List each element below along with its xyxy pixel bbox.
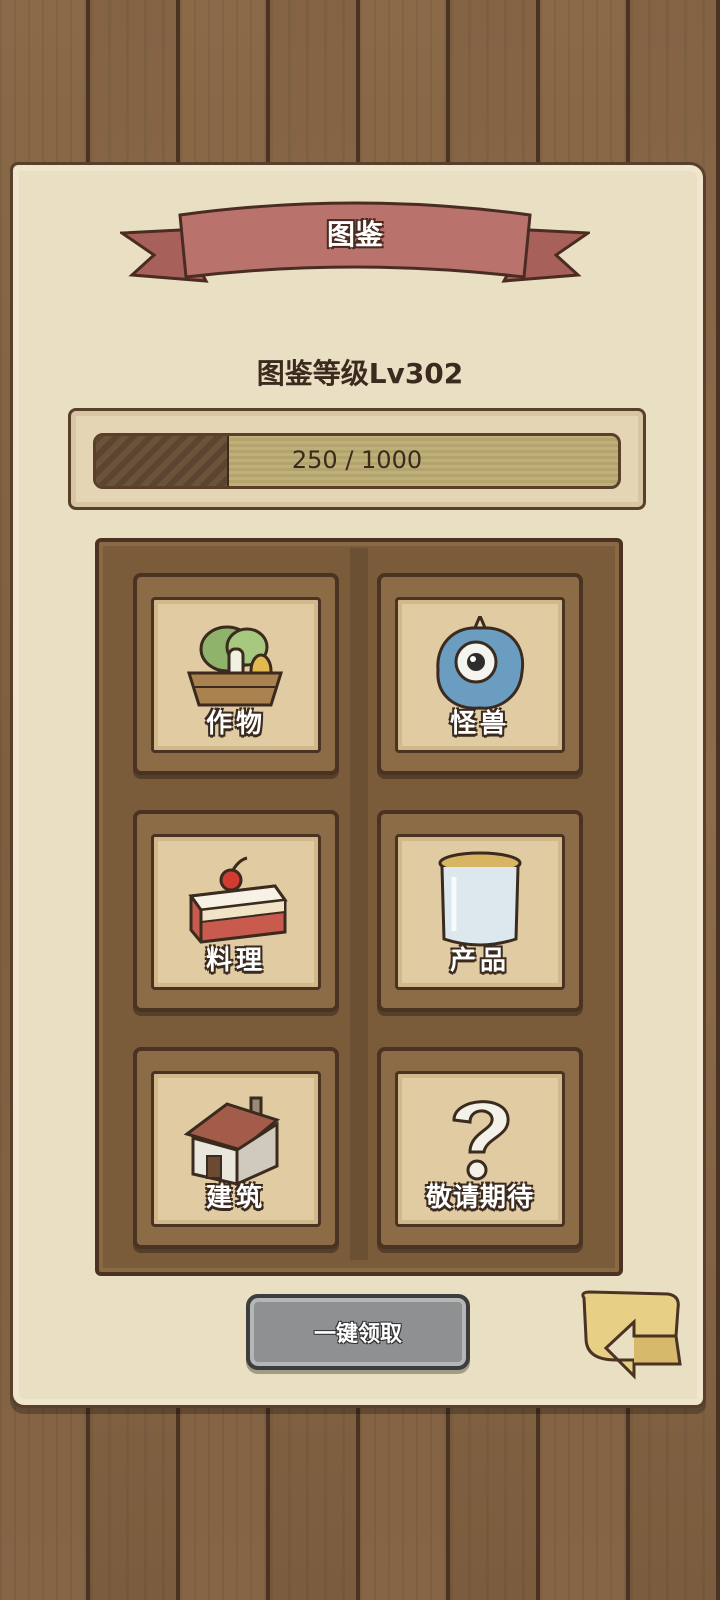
category-tile-coming-soon[interactable]: 敬请期待 — [377, 1047, 583, 1249]
category-label: 作物 — [205, 709, 266, 739]
category-label: 产品 — [449, 946, 510, 976]
claim-all-button[interactable]: 一键领取 — [246, 1294, 470, 1370]
back-arrow-icon[interactable] — [576, 1288, 686, 1384]
monster-eye-icon — [398, 614, 562, 714]
category-tile-products[interactable]: 产品 — [377, 810, 583, 1012]
progress-bar: 250 / 1000 — [93, 433, 621, 489]
question-mark-icon — [398, 1088, 562, 1188]
page-title: 图鉴 — [326, 218, 383, 251]
house-icon — [154, 1088, 318, 1188]
jar-icon — [398, 851, 562, 951]
progress-frame: 250 / 1000 — [68, 408, 646, 510]
cake-icon — [154, 851, 318, 951]
category-tile-crops[interactable]: 作物 — [133, 573, 339, 775]
crops-basket-icon — [154, 614, 318, 714]
collection-level-label: 图鉴等级Lv302 — [256, 357, 464, 390]
category-label: 建筑 — [205, 1183, 266, 1213]
category-tile-monsters[interactable]: 怪兽 — [377, 573, 583, 775]
board-divider — [350, 548, 368, 1260]
category-label: 敬请期待 — [425, 1183, 534, 1213]
title-ribbon: 图鉴 — [120, 195, 590, 295]
category-tile-cuisine[interactable]: 料理 — [133, 810, 339, 1012]
progress-text: 250 / 1000 — [291, 446, 423, 474]
category-label: 料理 — [205, 946, 266, 976]
category-tile-buildings[interactable]: 建筑 — [133, 1047, 339, 1249]
claim-all-label: 一键领取 — [313, 1322, 402, 1347]
category-label: 怪兽 — [449, 709, 510, 739]
